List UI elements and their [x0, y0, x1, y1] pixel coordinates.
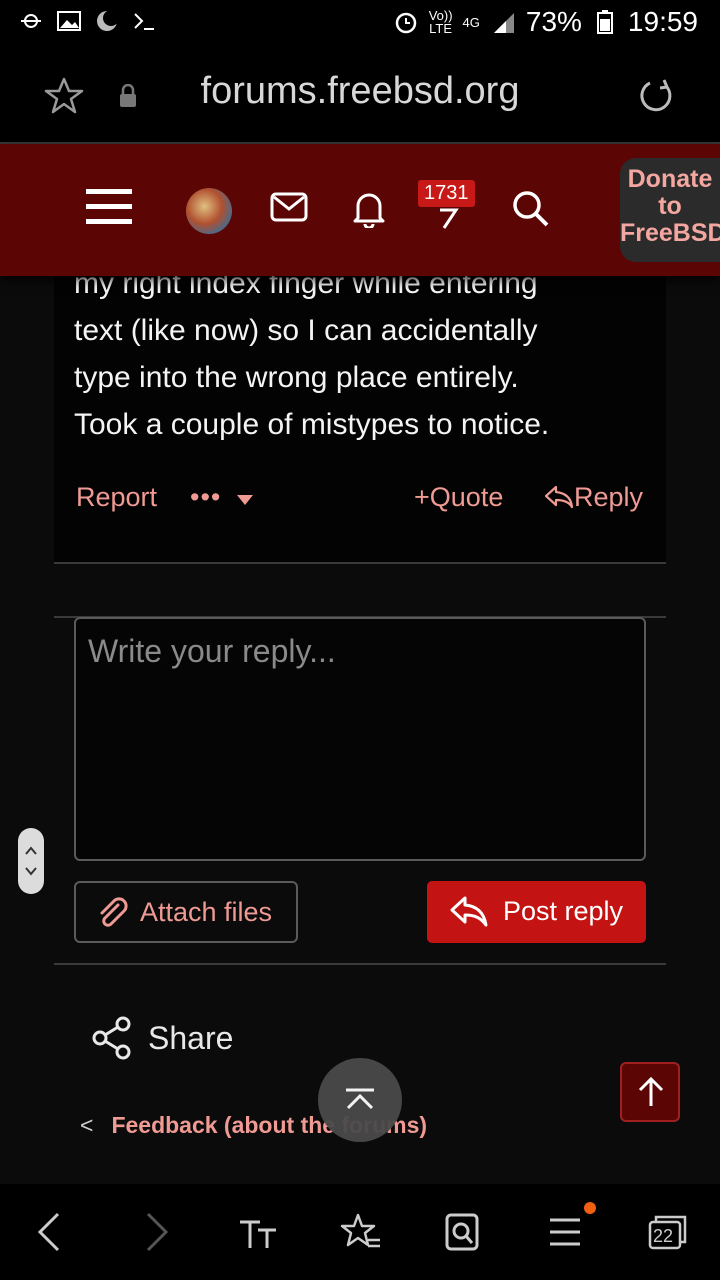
paperclip-icon: [100, 897, 128, 927]
wifi-off-icon: [21, 14, 41, 28]
forward-icon[interactable]: [144, 1212, 170, 1252]
signal-icon: [493, 13, 514, 33]
post-reply-label: Post reply: [503, 896, 624, 926]
share-button[interactable]: Share: [92, 1016, 233, 1068]
text-size-icon[interactable]: [238, 1212, 278, 1252]
moon-icon: [97, 10, 119, 31]
tab-count: 22: [653, 1226, 674, 1246]
thread-content: my right index finger while entering tex…: [54, 250, 666, 618]
reply-textarea[interactable]: Write your reply...: [74, 617, 646, 861]
caret-down-icon: [236, 495, 253, 505]
inbox-icon[interactable]: [270, 192, 308, 222]
page-scroll-handle[interactable]: [18, 828, 44, 894]
whats-new-bolt-icon[interactable]: [436, 208, 460, 230]
browser-bottom-nav: 22: [0, 1184, 720, 1280]
battery-icon: [596, 10, 613, 34]
chevron-left-icon: <: [80, 1112, 94, 1138]
chevron-up-down-icon: [25, 846, 37, 876]
url-text[interactable]: forums.freebsd.org: [0, 70, 720, 113]
bookmarks-icon[interactable]: [340, 1212, 382, 1252]
reply-placeholder: Write your reply...: [88, 633, 336, 669]
divider: [54, 963, 666, 965]
share-label: Share: [148, 1020, 234, 1056]
plus-icon: +: [414, 482, 430, 512]
find-in-page-icon[interactable]: [444, 1212, 480, 1252]
post-reply-button[interactable]: Post reply: [427, 881, 646, 943]
back-icon[interactable]: [36, 1212, 62, 1252]
bell-icon[interactable]: [352, 188, 386, 228]
post-line: type into the wrong place entirely.: [74, 361, 519, 394]
reload-icon[interactable]: [636, 76, 676, 116]
battery-percent: 73%: [525, 6, 582, 37]
post-line: Took a couple of mistypes to notice.: [74, 408, 550, 441]
post-line: text (like now) so I can accidentally: [74, 314, 538, 347]
scroll-to-top-floating-button[interactable]: [318, 1058, 402, 1142]
post-message: my right index finger while entering tex…: [54, 250, 666, 562]
donate-button[interactable]: Donate to FreeBSD: [620, 158, 720, 262]
network-type-label: 4G: [462, 14, 480, 30]
terminal-icon: [134, 13, 154, 30]
notification-badge: 1731: [418, 180, 475, 207]
arrow-up-icon: [638, 1076, 664, 1106]
menu-icon[interactable]: [548, 1212, 582, 1252]
image-icon: [57, 11, 81, 31]
tabs-button[interactable]: 22: [648, 1214, 688, 1250]
reply-arrow-icon: [544, 485, 574, 509]
clock: 19:59: [627, 6, 698, 37]
status-bar: Vo)) LTE 4G 73% 19:59: [0, 0, 720, 48]
scroll-up-button[interactable]: [620, 1062, 680, 1122]
reply-arrow-icon: [450, 896, 488, 927]
menu-update-dot: [584, 1202, 596, 1214]
attach-files-label: Attach files: [140, 897, 273, 927]
post-actions: Report ••• +Quote Reply: [74, 482, 646, 532]
browser-url-bar: forums.freebsd.org: [0, 48, 720, 144]
alarm-icon: [395, 12, 416, 34]
search-icon[interactable]: [512, 190, 550, 228]
quote-button[interactable]: +Quote: [414, 482, 503, 513]
user-avatar[interactable]: [186, 188, 232, 234]
forum-header: 1731: [0, 144, 720, 276]
reply-button[interactable]: Reply: [544, 482, 643, 513]
hamburger-menu-icon[interactable]: [86, 184, 132, 230]
more-options-button[interactable]: •••: [190, 482, 254, 513]
volte-label: Vo)) LTE: [428, 8, 453, 36]
post-body: my right index finger while entering tex…: [74, 260, 646, 448]
share-icon: [92, 1016, 131, 1060]
double-chevron-up-icon: [346, 1088, 374, 1110]
report-link[interactable]: Report: [76, 482, 157, 513]
attach-files-button[interactable]: Attach files: [74, 881, 298, 943]
